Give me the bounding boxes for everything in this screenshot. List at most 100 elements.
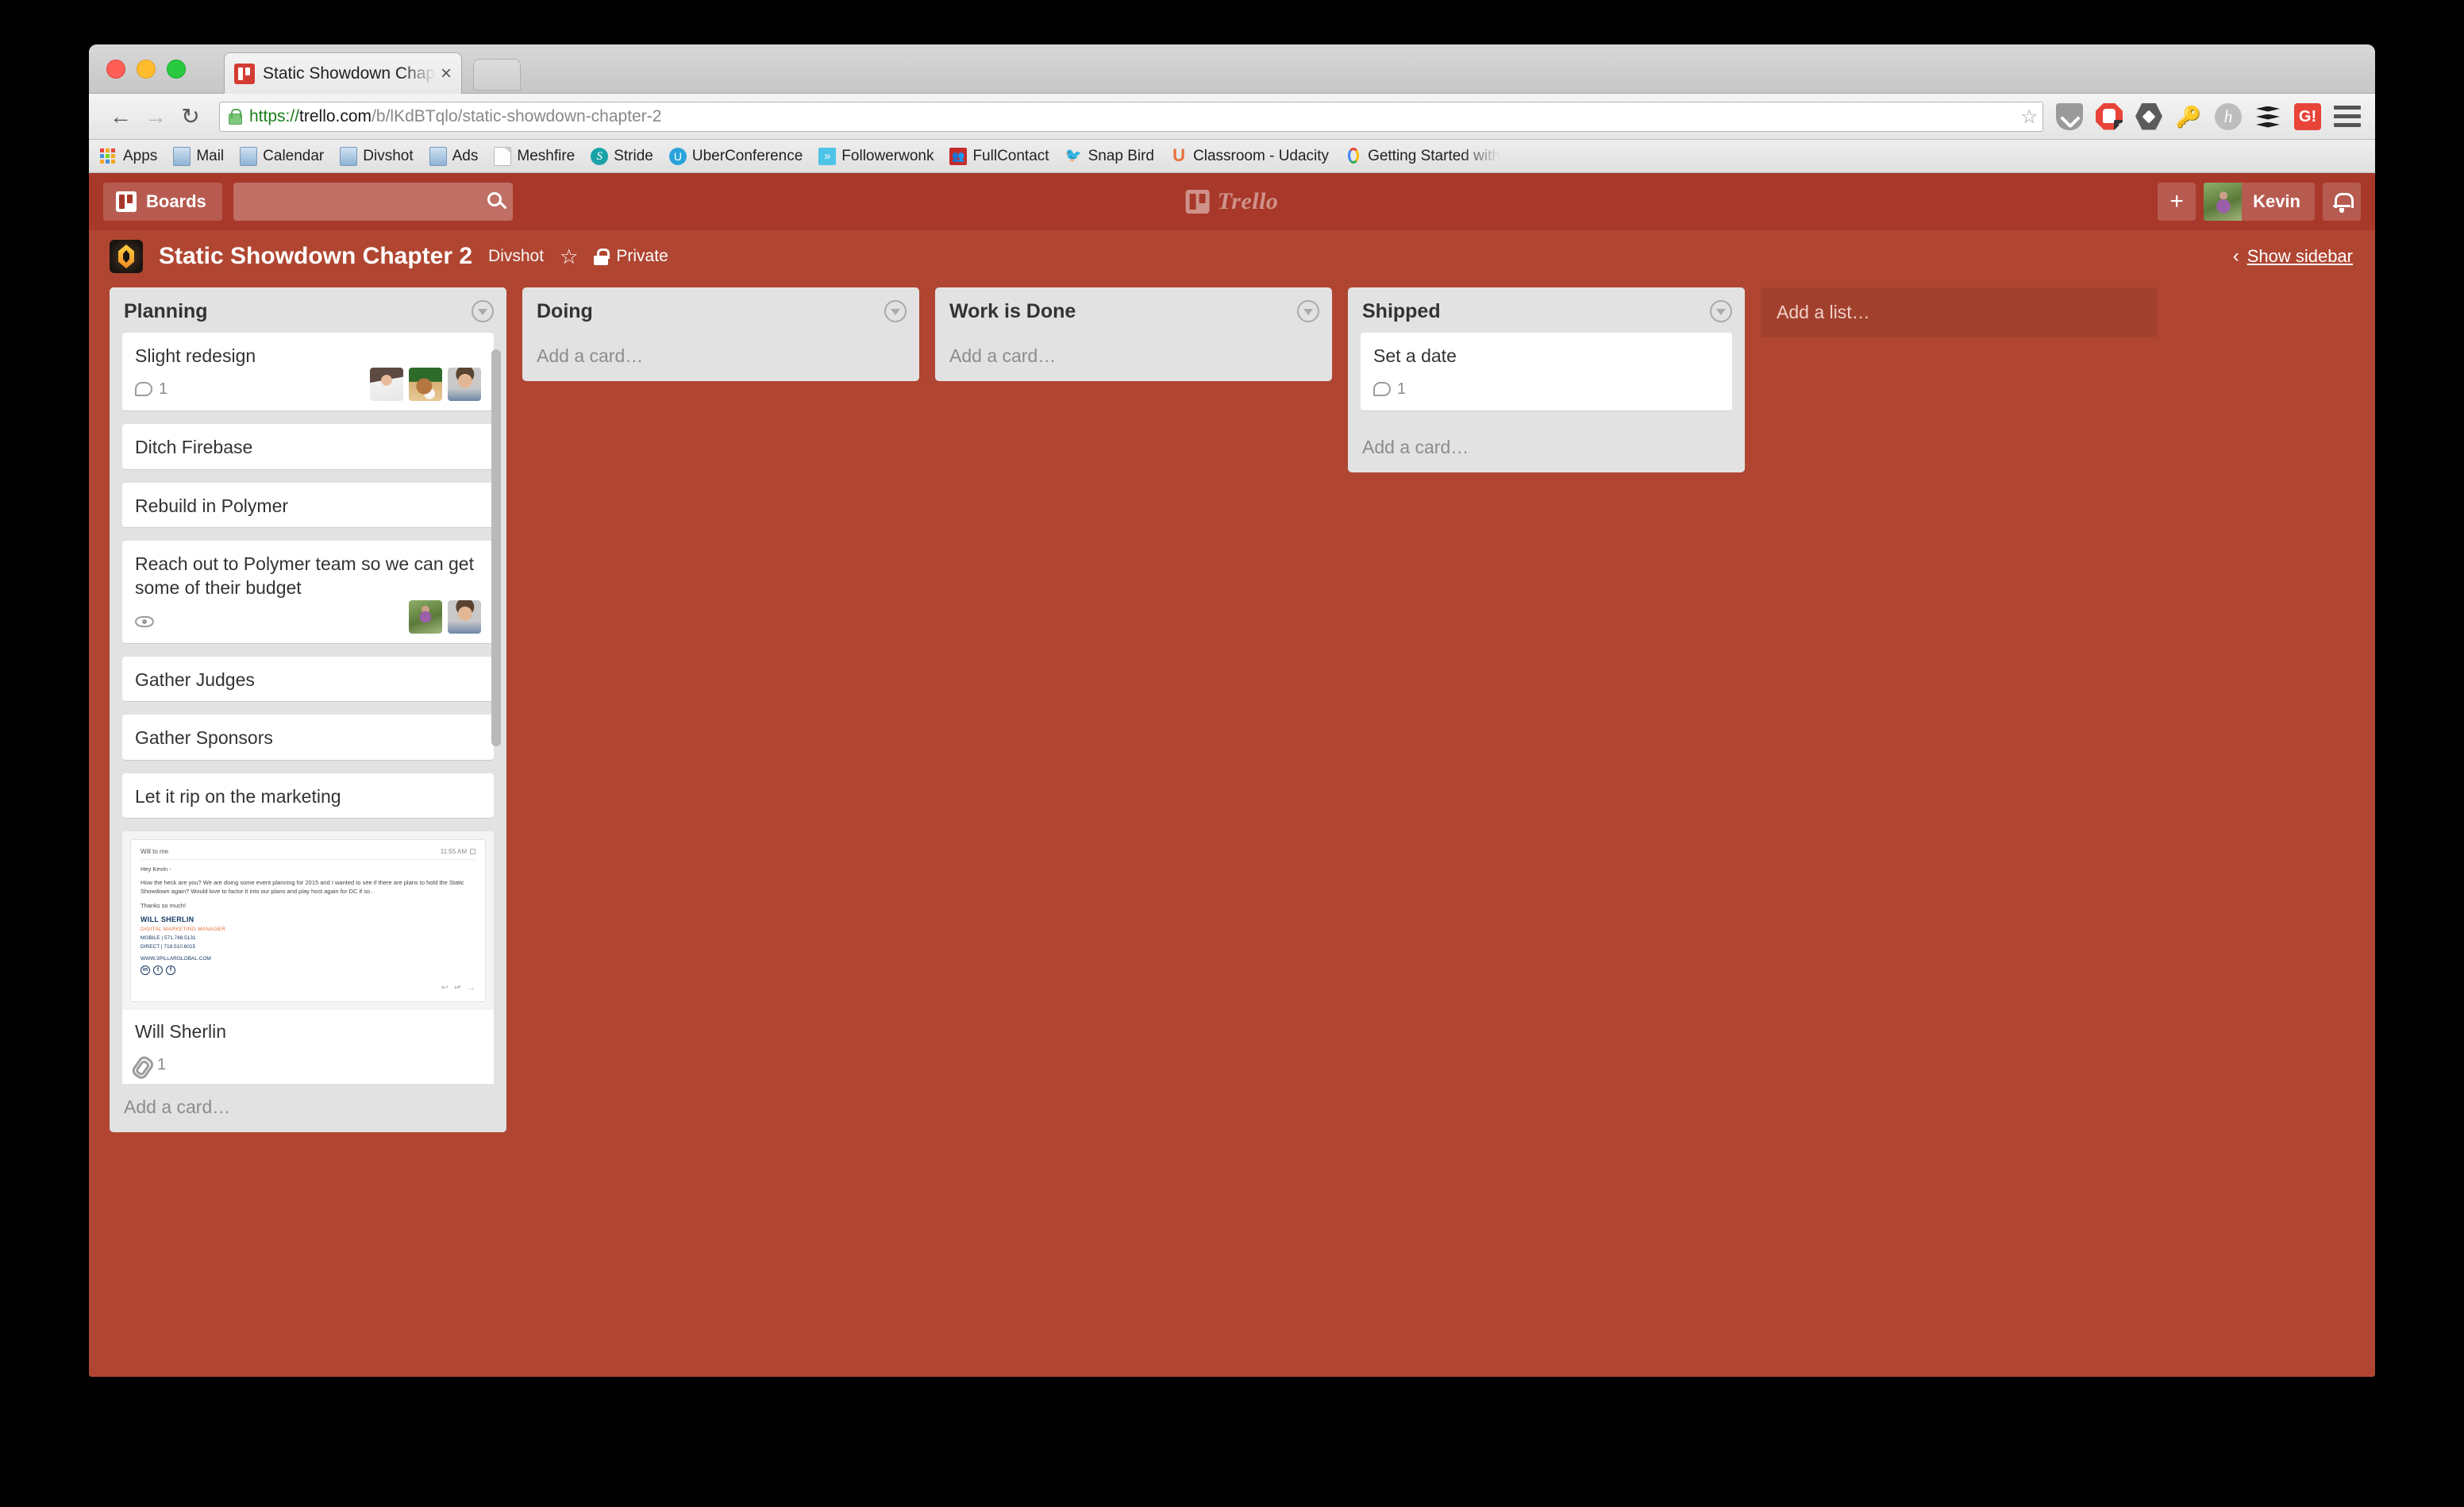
list-menu-icon[interactable]: [884, 300, 907, 322]
back-icon[interactable]: ←: [103, 99, 138, 134]
maximize-window-button[interactable]: [167, 60, 186, 79]
list-menu-icon[interactable]: [472, 300, 494, 322]
search-icon: [487, 192, 502, 206]
reload-icon[interactable]: ↻: [173, 99, 208, 134]
pocket-icon[interactable]: [2056, 102, 2083, 130]
bookmark-followerwonk[interactable]: » Followerwonk: [818, 147, 934, 165]
bookmark-udacity[interactable]: U Classroom - Udacity: [1170, 146, 1329, 166]
card[interactable]: Rebuild in Polymer: [122, 482, 494, 529]
list-work-is-done: Work is Done Add a card…: [935, 287, 1332, 381]
list-title[interactable]: Work is Done: [949, 300, 1076, 323]
star-icon[interactable]: ☆: [560, 245, 578, 269]
browser-tab-strip: Static Showdown Chapter 2 ×: [89, 44, 2375, 94]
lastpass-key-icon[interactable]: 🔑: [2175, 103, 2202, 130]
avatar[interactable]: [448, 599, 481, 634]
list-scrollbar[interactable]: [491, 349, 501, 746]
folder-icon: [340, 146, 358, 166]
lock-icon: [594, 248, 610, 265]
email-signature-role: DIGITAL MARKETING MANAGER: [141, 927, 226, 933]
board-visibility[interactable]: Private: [594, 247, 668, 266]
list-title[interactable]: Doing: [537, 300, 593, 323]
card-cover-image: Will to me 11:55 AM Hey Kevin - How the …: [122, 831, 494, 1010]
bookmark-snapbird[interactable]: 🐦 Snap Bird: [1065, 147, 1154, 166]
close-tab-icon[interactable]: ×: [441, 64, 452, 83]
add-card-button[interactable]: Add a card…: [522, 333, 919, 381]
list-header: Planning: [110, 287, 506, 333]
bookmark-fullcontact[interactable]: 👥 FullContact: [949, 147, 1049, 165]
card-title: Will Sherlin: [135, 1020, 227, 1042]
avatar[interactable]: [370, 368, 403, 402]
card-title: Ditch Firebase: [135, 437, 253, 458]
new-tab-button[interactable]: [473, 59, 521, 91]
bookmark-uberconference[interactable]: U UberConference: [668, 147, 803, 165]
browser-tab[interactable]: Static Showdown Chapter 2 ×: [224, 52, 462, 94]
divshot-icon[interactable]: [2135, 102, 2162, 130]
chrome-menu-icon[interactable]: [2334, 103, 2361, 130]
avatar[interactable]: [448, 368, 481, 402]
adblock-icon[interactable]: 1: [2096, 102, 2123, 130]
card[interactable]: Gather Sponsors: [122, 715, 494, 761]
bookmark-divshot[interactable]: Divshot: [340, 146, 414, 166]
card[interactable]: Slight redesign 1: [122, 333, 494, 412]
bookmark-ads[interactable]: Ads: [429, 146, 479, 166]
add-list-button[interactable]: Add a list…: [1761, 287, 2158, 337]
search-box[interactable]: [233, 183, 513, 221]
boards-button[interactable]: Boards: [103, 183, 222, 221]
hemingway-icon[interactable]: h: [2215, 102, 2242, 130]
bookmark-apps[interactable]: Apps: [100, 147, 157, 166]
url-host: trello.com: [299, 106, 372, 125]
bookmark-star-icon[interactable]: ☆: [2020, 106, 2038, 129]
forward-icon[interactable]: →: [138, 99, 173, 134]
board-organization[interactable]: Divshot: [488, 247, 544, 266]
notifications-button[interactable]: [2323, 183, 2361, 221]
bookmark-label: Apps: [123, 147, 158, 164]
card-title: Let it rip on the marketing: [135, 785, 341, 807]
bookmark-meshfire[interactable]: Meshfire: [494, 146, 576, 166]
linkedin-icon: in: [141, 965, 150, 976]
address-bar[interactable]: https://trello.com/b/lKdBTqlo/static-sho…: [219, 101, 2043, 132]
email-signature-direct: DIRECT | 718.510.6015: [141, 943, 196, 950]
email-header: Will to me 11:55 AM: [141, 848, 475, 860]
add-card-button[interactable]: Add a card…: [110, 1084, 506, 1132]
board-title[interactable]: Static Showdown Chapter 2: [159, 243, 472, 270]
bookmark-calendar[interactable]: Calendar: [240, 146, 324, 166]
card[interactable]: Set a date 1: [1361, 333, 1732, 412]
bookmark-label: Meshfire: [517, 147, 576, 164]
comment-count: 1: [1397, 380, 1407, 398]
show-sidebar-button[interactable]: ‹ Show sidebar: [2233, 245, 2353, 268]
buffer-layers-icon[interactable]: [2254, 103, 2281, 130]
add-button[interactable]: +: [2158, 183, 2196, 221]
card[interactable]: Reach out to Polymer team so we can get …: [122, 541, 494, 644]
card[interactable]: Will to me 11:55 AM Hey Kevin - How the …: [122, 831, 494, 1084]
boards-icon: [116, 191, 137, 212]
avatar[interactable]: [409, 368, 442, 402]
page-icon: [494, 146, 512, 166]
bookmark-label: Ads: [452, 147, 479, 164]
window-controls: [106, 60, 186, 79]
card-badges: [135, 599, 481, 634]
close-window-button[interactable]: [106, 60, 125, 79]
card[interactable]: Ditch Firebase: [122, 424, 494, 470]
bookmark-getting-started[interactable]: Getting Started with: [1345, 147, 1500, 166]
list-title[interactable]: Shipped: [1362, 300, 1441, 323]
grammarly-icon[interactable]: G!: [2294, 102, 2321, 130]
url-path: /b/lKdBTqlo/static-showdown-chapter-2: [372, 106, 662, 125]
minimize-window-button[interactable]: [137, 60, 156, 79]
fullcontact-icon: 👥: [949, 147, 968, 165]
bookmark-mail[interactable]: Mail: [173, 146, 224, 166]
card[interactable]: Gather Judges: [122, 656, 494, 703]
add-card-button[interactable]: Add a card…: [935, 333, 1332, 381]
twitter-icon: t: [153, 965, 163, 976]
user-menu-button[interactable]: Kevin: [2204, 183, 2315, 221]
add-card-button[interactable]: Add a card…: [1348, 424, 1745, 472]
email-actions: ↩ ↫ →: [141, 981, 475, 995]
window-icon: [470, 848, 475, 854]
list-title[interactable]: Planning: [124, 300, 208, 323]
list-menu-icon[interactable]: [1710, 300, 1732, 322]
bookmarks-bar: Apps Mail Calendar Divshot Ads Meshfire …: [89, 140, 2375, 173]
search-input[interactable]: [233, 183, 513, 221]
list-menu-icon[interactable]: [1297, 300, 1319, 322]
bookmark-stride[interactable]: S Stride: [591, 147, 653, 165]
card[interactable]: Let it rip on the marketing: [122, 773, 494, 819]
avatar[interactable]: [409, 599, 442, 634]
